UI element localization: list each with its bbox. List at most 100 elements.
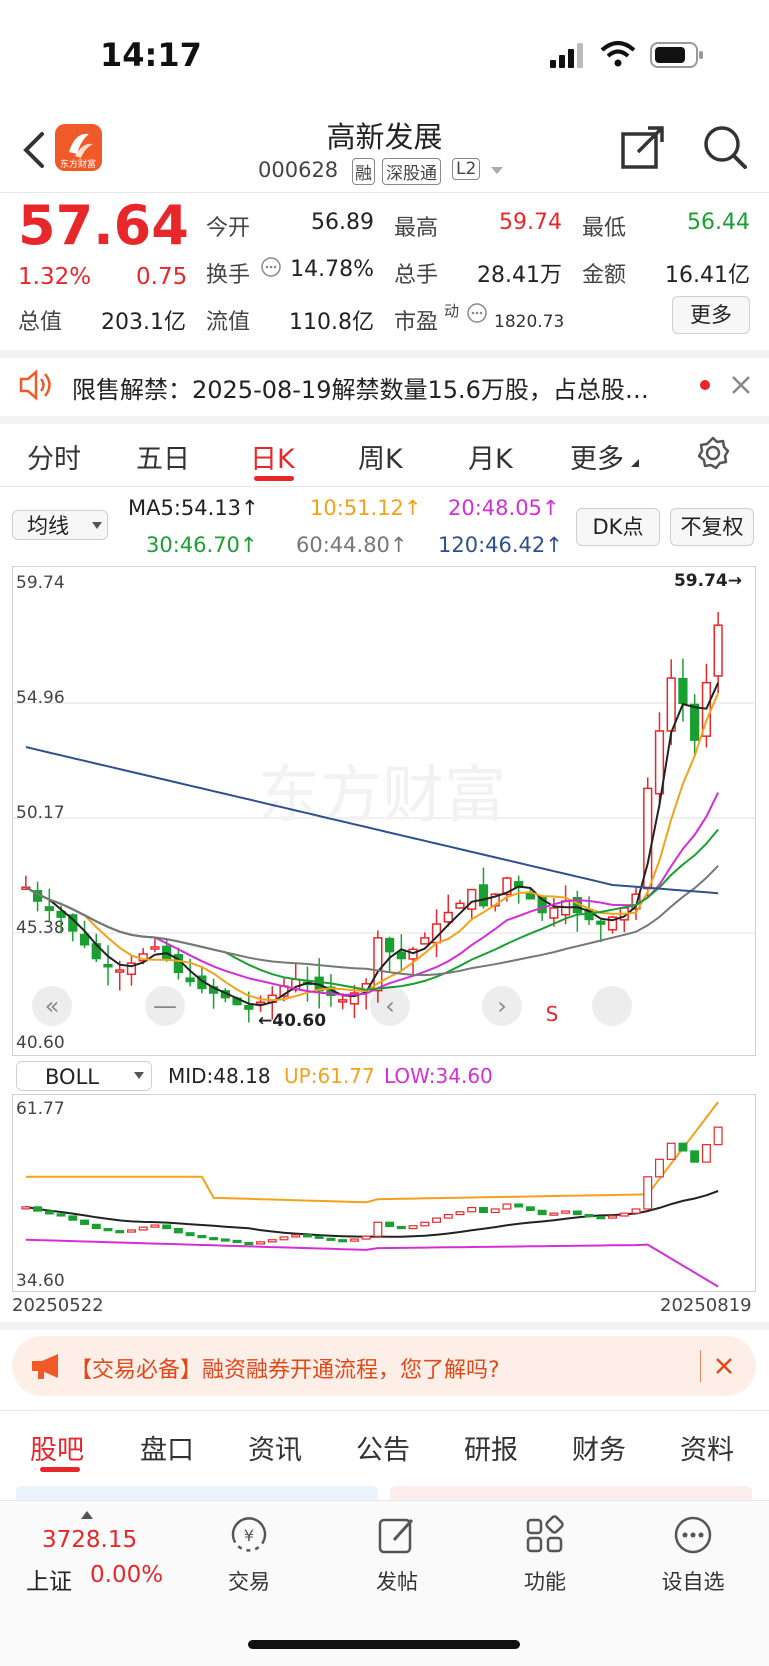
index-value[interactable]: 3728.15 — [42, 1527, 137, 1553]
candle-body — [185, 977, 195, 983]
tab-five-day[interactable]: 五日 — [136, 437, 190, 476]
stock-code: 000628 — [258, 158, 339, 182]
dk-point-button[interactable]: DK点 — [576, 508, 660, 546]
status-time: 14:17 — [100, 36, 202, 74]
candle-body — [478, 884, 489, 907]
dock-custom[interactable]: 设自选 — [638, 1514, 748, 1596]
dock-trade-label: 交易 — [228, 1570, 270, 1594]
boll-candle — [596, 1216, 606, 1220]
search-icon[interactable] — [702, 124, 748, 170]
candle-body — [690, 703, 700, 741]
sgt-tag: 深股通 — [382, 158, 441, 185]
tab-more[interactable]: 更多 — [570, 437, 624, 476]
ma60-label: 60:44.80↑ — [296, 533, 408, 557]
turnover-label: 换手 — [206, 263, 251, 288]
candle-body — [384, 937, 395, 953]
boll-candle — [408, 1225, 418, 1230]
boll-candle — [162, 1224, 172, 1230]
boll-candle — [549, 1212, 559, 1216]
kline-chart[interactable]: 59.74 54.96 50.17 45.38 40.60 东方财富 59.74→ ←40.6… — [12, 566, 756, 1056]
boll-candle — [713, 1126, 723, 1146]
unlock-notice-text[interactable]: 限售解禁：2025-08-19解禁数量15.6万股，占总股… — [72, 370, 682, 405]
boll-candle — [314, 1235, 324, 1239]
boll-candle — [631, 1208, 641, 1214]
dock-post-label: 发帖 — [376, 1570, 418, 1594]
candle-body — [467, 888, 477, 910]
signal-s-label: S — [546, 1002, 559, 1026]
candle-body — [338, 999, 348, 1003]
y-tick-label: 59.74 — [16, 573, 65, 593]
boll-candle — [68, 1215, 78, 1221]
boll-y-min: 34.60 — [16, 1271, 65, 1291]
y-tick-label: 50.17 — [16, 803, 65, 823]
tab-profile[interactable]: 资料 — [680, 1428, 734, 1467]
info-dots-icon[interactable] — [260, 256, 282, 278]
candle-body — [420, 937, 430, 945]
boll-candle — [91, 1223, 101, 1230]
notice-red-dot — [700, 380, 710, 390]
change-amount: 0.75 — [136, 264, 188, 290]
tab-pankou[interactable]: 盘口 — [140, 1428, 194, 1467]
more-quote-button[interactable]: 更多 — [672, 296, 750, 334]
amount-value: 16.41亿 — [665, 263, 750, 288]
ad-text[interactable]: 【交易必备】融资融券开通流程，您了解吗? — [70, 1352, 500, 1384]
dropdown-caret-icon[interactable] — [490, 166, 504, 176]
dock-functions[interactable]: 功能 — [490, 1514, 600, 1596]
tab-daily-k[interactable]: 日K — [250, 437, 295, 476]
boll-candle — [678, 1142, 688, 1152]
close-icon[interactable] — [714, 1356, 734, 1376]
boll-candle — [44, 1210, 54, 1215]
gear-icon[interactable] — [696, 436, 730, 470]
pe-value: 1820.73 — [494, 312, 565, 332]
index-change: 0.00% — [90, 1562, 164, 1588]
tab-research[interactable]: 研报 — [464, 1428, 518, 1467]
grid-icon — [526, 1515, 564, 1553]
boll-candle — [56, 1213, 66, 1217]
chart-nav-glyph: — — [153, 992, 177, 1020]
last-price: 57.64 — [18, 194, 189, 257]
float-label: 流值 — [206, 310, 251, 335]
boll-candle — [33, 1206, 43, 1212]
tab-monthly-k[interactable]: 月K — [468, 437, 513, 476]
ma5-label: MA5:54.13↑ — [128, 496, 259, 520]
boll-candle — [302, 1234, 312, 1238]
change-percent: 1.32% — [18, 264, 92, 290]
tab-news[interactable]: 资讯 — [248, 1428, 302, 1467]
info-dots-icon[interactable] — [466, 302, 488, 324]
boll-candle — [267, 1239, 277, 1243]
close-icon[interactable] — [730, 374, 752, 396]
dock-trade[interactable]: ¥ 交易 — [194, 1514, 304, 1596]
candle-body — [666, 677, 676, 732]
boll-candle — [654, 1158, 664, 1178]
boll-candle — [279, 1236, 289, 1241]
boll-candle — [361, 1235, 371, 1240]
candle-body — [103, 963, 113, 968]
boll-chart[interactable]: 61.77 34.60 — [12, 1094, 756, 1292]
active-tab-indicator — [254, 476, 294, 481]
chart-nav-glyph: ‹ — [385, 992, 395, 1020]
boll-candle — [396, 1225, 406, 1230]
dock-post[interactable]: 发帖 — [342, 1514, 452, 1596]
amount-label: 金额 — [582, 263, 627, 288]
tab-finance[interactable]: 财务 — [572, 1428, 626, 1467]
tab-intraday[interactable]: 分时 — [27, 437, 81, 476]
candle-body — [678, 677, 688, 705]
adjust-button[interactable]: 不复权 — [670, 508, 754, 546]
tab-announcements[interactable]: 公告 — [356, 1428, 410, 1467]
candle-body — [79, 933, 90, 946]
tab-guba[interactable]: 股吧 — [30, 1428, 84, 1467]
boll-selector[interactable]: BOLL — [16, 1061, 152, 1091]
share-icon[interactable] — [620, 124, 666, 170]
wifi-icon — [600, 41, 636, 67]
boll-candle — [701, 1144, 711, 1163]
trade-icon: ¥ — [231, 1517, 267, 1552]
float-value: 110.8亿 — [289, 310, 374, 335]
candle-body — [549, 907, 559, 919]
boll-candle — [455, 1211, 465, 1216]
triangle-icon — [631, 459, 639, 467]
candle-body — [396, 951, 406, 960]
bottom-tab-indicator — [40, 1467, 80, 1472]
tab-weekly-k[interactable]: 周K — [358, 437, 403, 476]
boll-candle — [326, 1237, 336, 1241]
boll-candle — [537, 1209, 547, 1216]
